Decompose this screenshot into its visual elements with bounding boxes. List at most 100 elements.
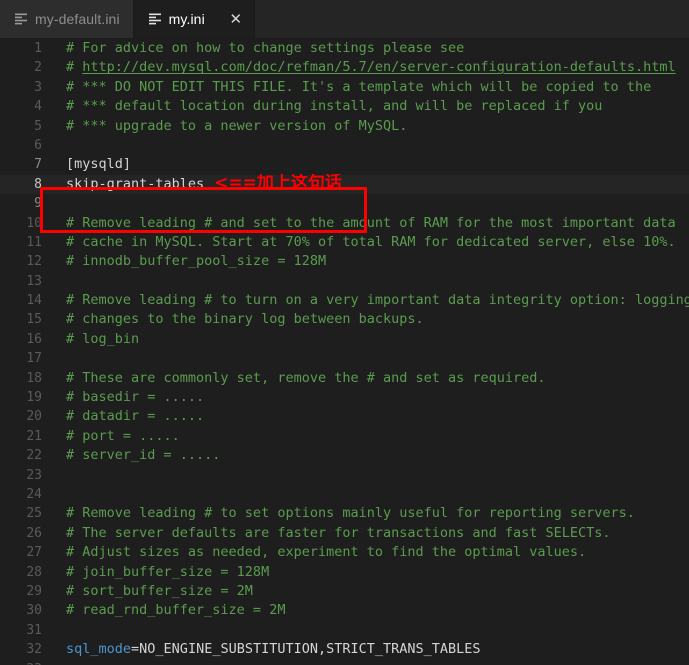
code-line[interactable]: 1 # For advice on how to change settings …: [0, 39, 689, 58]
line-number: 18: [26, 370, 42, 386]
line-number: 13: [26, 273, 42, 289]
token-comment: # cache in MySQL. Start at 70% of total …: [66, 233, 676, 250]
code-line[interactable]: 30 # read_rnd_buffer_size = 2M: [0, 601, 689, 620]
code-line[interactable]: 21 # port = .....: [0, 427, 689, 446]
code-line[interactable]: 26 # The server defaults are faster for t…: [0, 524, 689, 543]
token-comment: # Remove leading # to turn on a very imp…: [66, 292, 689, 309]
line-number: 21: [26, 428, 42, 444]
close-icon[interactable]: ✕: [226, 9, 246, 29]
code-line-text: # log_bin: [42, 330, 689, 349]
code-line-text: # join_buffer_size = 128M: [42, 563, 689, 582]
token-plain: skip-grant-tables: [66, 176, 205, 193]
token-comment: # The server defaults are faster for tra…: [66, 524, 611, 541]
code-line[interactable]: 15 # changes to the binary log between ba…: [0, 310, 689, 329]
line-number: 5: [34, 118, 42, 134]
token-comment: # port = .....: [66, 427, 180, 444]
line-number: 19: [26, 390, 42, 406]
code-line-text: skip-grant-tables <==加上这句话: [42, 174, 689, 194]
code-line-text: # datadir = .....: [42, 407, 689, 426]
code-line[interactable]: 4 # *** default location during install, …: [0, 97, 689, 116]
code-line-text: # changes to the binary log between back…: [42, 310, 689, 329]
line-number: 25: [26, 506, 42, 522]
code-editor[interactable]: 1 # For advice on how to change settings …: [0, 39, 689, 665]
token-comment: # *** upgrade to a newer version of MySQ…: [66, 117, 408, 134]
line-number: 2: [34, 60, 42, 76]
code-line[interactable]: 29 # sort_buffer_size = 2M: [0, 582, 689, 601]
line-number: 24: [26, 486, 42, 502]
code-line-text: # server_id = .....: [42, 446, 689, 465]
code-line-text: # sort_buffer_size = 2M: [42, 582, 689, 601]
code-line[interactable]: 12 # innodb_buffer_pool_size = 128M: [0, 252, 689, 271]
code-line-text: # Remove leading # to set options mainly…: [42, 504, 689, 523]
code-line[interactable]: 19 # basedir = .....: [0, 388, 689, 407]
line-number: 12: [26, 254, 42, 270]
line-number: 20: [26, 409, 42, 425]
line-number: 27: [26, 545, 42, 561]
code-line-text: # *** default location during install, a…: [42, 97, 689, 116]
code-line[interactable]: 11 # cache in MySQL. Start at 70% of tota…: [0, 233, 689, 252]
code-line[interactable]: 10 # Remove leading # and set to the amou…: [0, 214, 689, 233]
token-comment: # server_id = .....: [66, 447, 221, 464]
token-comment: # Remove leading # to set options mainly…: [66, 505, 635, 522]
code-line[interactable]: 28 # join_buffer_size = 128M: [0, 563, 689, 582]
token-key: sql_mode: [66, 641, 132, 658]
file-lines-icon: [148, 12, 162, 26]
token-comment: # These are commonly set, remove the # a…: [66, 369, 546, 386]
tab-my-ini[interactable]: my.ini ✕: [133, 0, 255, 38]
token-comment: # sort_buffer_size = 2M: [66, 582, 253, 599]
line-number: 15: [26, 312, 42, 328]
code-line[interactable]: 31: [0, 621, 689, 640]
code-line[interactable]: 18 # These are commonly set, remove the #…: [0, 369, 689, 388]
line-number: 4: [34, 99, 42, 115]
line-number: 6: [34, 137, 42, 153]
tab-my-default-ini[interactable]: my-default.ini: [0, 0, 134, 38]
line-number: 31: [26, 622, 42, 638]
code-line[interactable]: 20 # datadir = .....: [0, 407, 689, 426]
code-line[interactable]: 25 # Remove leading # to set options main…: [0, 504, 689, 523]
token-comment: #: [66, 59, 83, 76]
line-number: 33: [0, 660, 42, 665]
code-line[interactable]: 24: [0, 485, 689, 504]
code-line[interactable]: 2 # http://dev.mysql.com/doc/refman/5.7/e…: [0, 58, 689, 77]
code-line-text: # Remove leading # and set to the amount…: [42, 214, 689, 233]
code-line[interactable]: 7 [mysqld]: [0, 155, 689, 174]
token-comment: # basedir = .....: [66, 389, 205, 406]
code-line[interactable]: 22 # server_id = .....: [0, 446, 689, 465]
code-line[interactable]: 14 # Remove leading # to turn on a very i…: [0, 291, 689, 310]
file-lines-icon: [14, 12, 28, 26]
code-line[interactable]: 27 # Adjust sizes as needed, experiment t…: [0, 543, 689, 562]
line-number: 32: [26, 642, 42, 658]
code-line[interactable]: 6: [0, 136, 689, 155]
code-line-text: # *** upgrade to a newer version of MySQ…: [42, 117, 689, 136]
line-number: 14: [26, 293, 42, 309]
code-line[interactable]: 32 sql_mode=NO_ENGINE_SUBSTITUTION,STRICT…: [0, 640, 689, 659]
line-number: 3: [34, 79, 42, 95]
line-number: 17: [26, 351, 42, 367]
code-line[interactable]: 33: [0, 660, 689, 665]
code-line[interactable]: 17: [0, 349, 689, 368]
code-line-text: # *** DO NOT EDIT THIS FILE. It's a temp…: [42, 78, 689, 97]
editor-window: my-default.ini my.ini ✕ 1 # For advice on…: [0, 0, 689, 665]
code-line[interactable]: 16 # log_bin: [0, 330, 689, 349]
code-line[interactable]: 8 skip-grant-tables <==加上这句话: [0, 174, 689, 195]
code-line[interactable]: 3 # *** DO NOT EDIT THIS FILE. It's a tem…: [0, 78, 689, 97]
token-value: NO_ENGINE_SUBSTITUTION,STRICT_TRANS_TABL…: [139, 641, 481, 658]
line-number: 9: [34, 196, 42, 212]
annotation-text: <==加上这句话: [214, 174, 342, 194]
line-number: 11: [26, 234, 42, 250]
code-line[interactable]: 5 # *** upgrade to a newer version of MyS…: [0, 117, 689, 136]
token-url[interactable]: http://dev.mysql.com/doc/refman/5.7/en/s…: [82, 59, 675, 75]
code-line[interactable]: 9: [0, 194, 689, 213]
line-number: 22: [26, 448, 42, 464]
code-line-text: # For advice on how to change settings p…: [42, 39, 689, 58]
code-line[interactable]: 23: [0, 466, 689, 485]
tab-bar-empty-area: [254, 0, 689, 38]
code-line-text: # These are commonly set, remove the # a…: [42, 369, 689, 388]
code-line-text: # port = .....: [42, 427, 689, 446]
token-comment: # *** default location during install, a…: [66, 98, 603, 115]
line-number: 29: [26, 583, 42, 599]
token-comment: # read_rnd_buffer_size = 2M: [66, 602, 286, 619]
line-number: 8: [34, 176, 42, 192]
code-line[interactable]: 13: [0, 272, 689, 291]
token-section: [mysqld]: [66, 156, 132, 173]
